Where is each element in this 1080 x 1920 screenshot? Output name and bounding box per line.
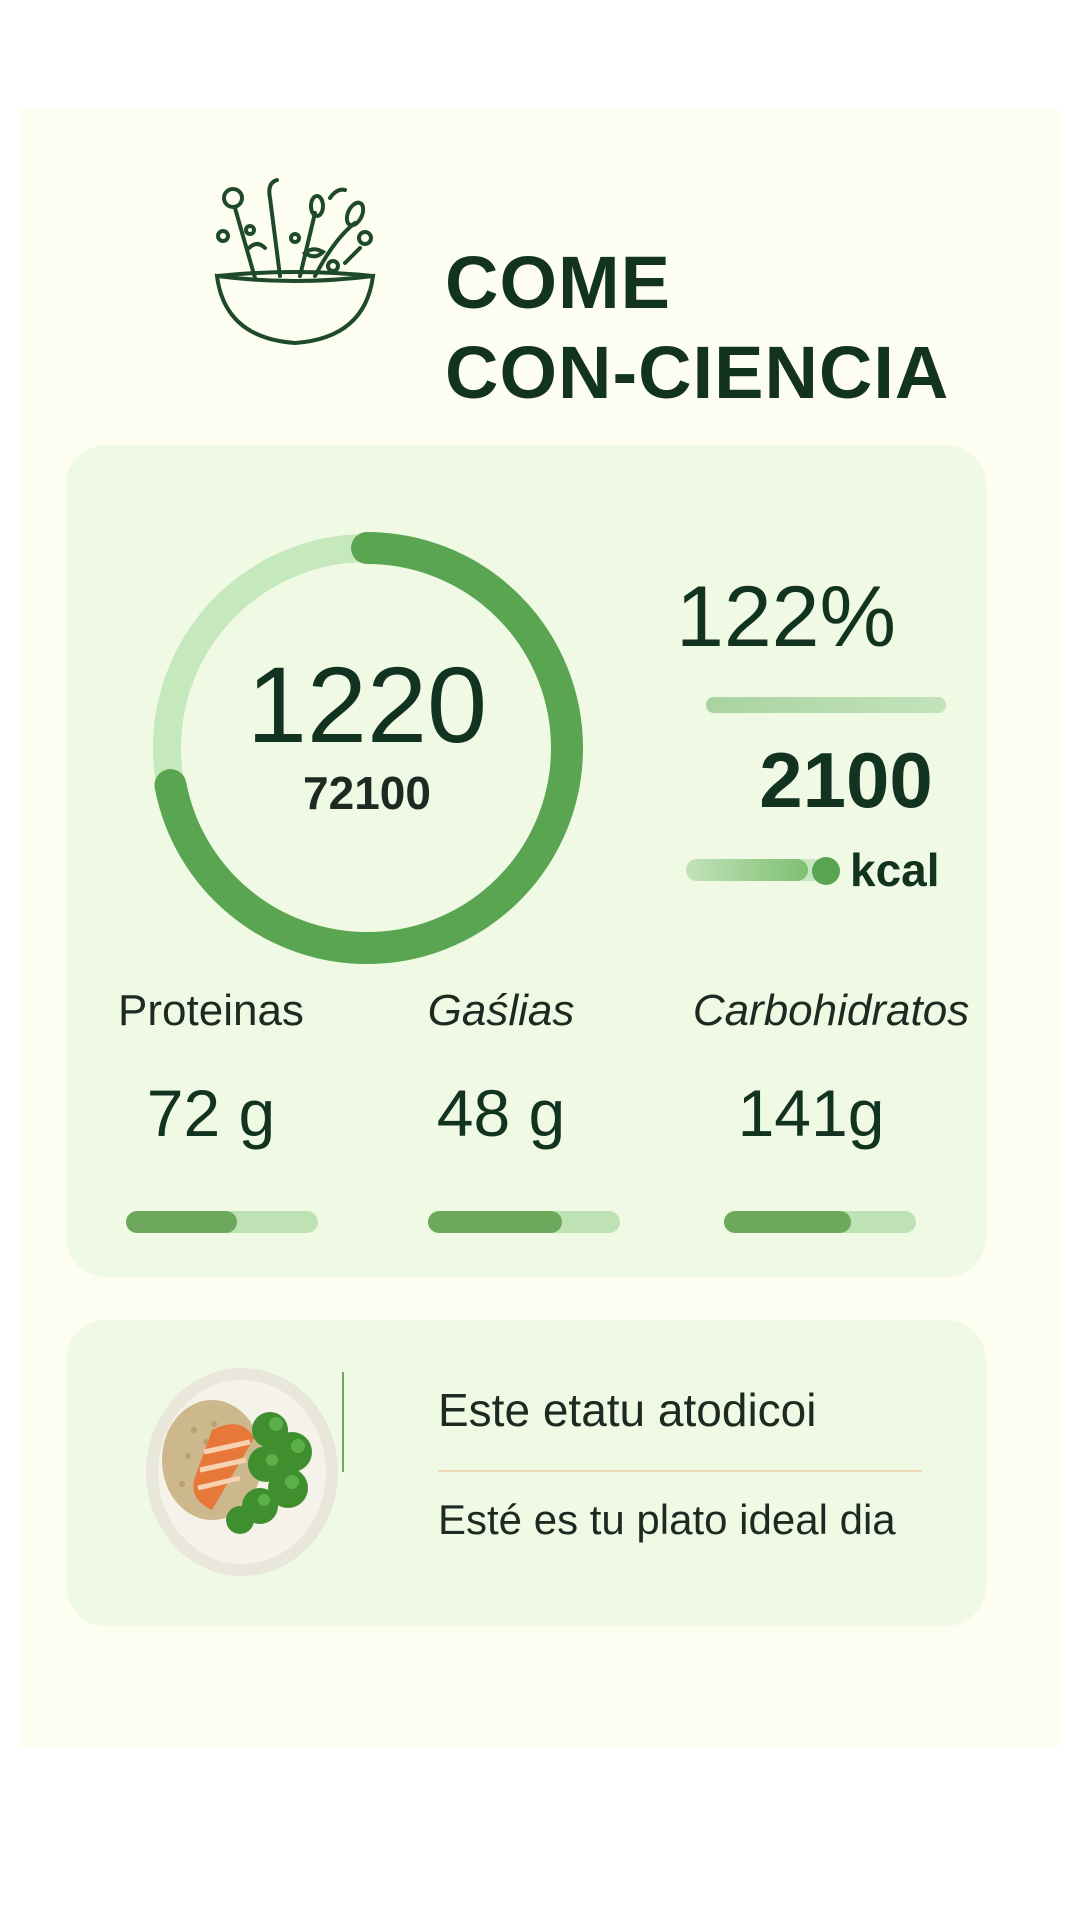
app-screen: COME CON-CIENCIA 1220 72100 122% 2100 kc… [20, 108, 1060, 1748]
macro-label-carbs: Carbohidratos [692, 986, 970, 1035]
meal-divider-vertical [342, 1372, 344, 1472]
app-title-line-2: CON-CIENCIA [445, 331, 950, 414]
macro-bar-fill-fat [428, 1211, 563, 1233]
meal-title: Este etatu atodicoi [438, 1384, 817, 1436]
calorie-goal-value: 2100 [759, 736, 933, 824]
daily-summary-card: 1220 72100 122% 2100 kcal Proteinas Gaśl… [66, 445, 986, 1277]
meal-subtitle: Esté es tu plato ideal dia [438, 1496, 896, 1543]
macro-bar-protein [126, 1211, 318, 1233]
macro-label-fat: Gaślias [427, 986, 575, 1035]
macro-value-carbs: 141g [737, 1076, 885, 1150]
meal-divider-horizontal [438, 1470, 922, 1472]
calories-subtext: 72100 [303, 767, 431, 819]
salad-bowl-icon [214, 178, 376, 346]
ideal-meal-card[interactable]: Este etatu atodicoi Esté es tu plato ide… [66, 1320, 986, 1626]
macro-value-fat: 48 g [436, 1076, 566, 1150]
macro-value-protein: 72 g [146, 1076, 276, 1150]
app-header: COME CON-CIENCIA [205, 168, 1025, 414]
macro-bar-fat [428, 1211, 620, 1233]
percent-bar-fill [706, 697, 946, 713]
calorie-unit: kcal [850, 844, 940, 896]
calories-consumed-value: 1220 [246, 644, 488, 765]
macro-bar-fill-carbs [724, 1211, 851, 1233]
app-title: COME CON-CIENCIA [445, 238, 949, 418]
macro-label-protein: Proteinas [118, 986, 304, 1035]
macro-bar-fill-protein [126, 1211, 238, 1233]
percent-bar [706, 697, 946, 713]
kcal-bar-handle [812, 857, 840, 885]
percent-value: 122% [676, 569, 896, 665]
macro-bar-carbs [724, 1211, 916, 1233]
meal-plate-image [146, 1368, 338, 1576]
kcal-bar [686, 859, 830, 881]
app-title-line-1: COME [445, 241, 671, 324]
kcal-bar-fill [686, 859, 809, 881]
